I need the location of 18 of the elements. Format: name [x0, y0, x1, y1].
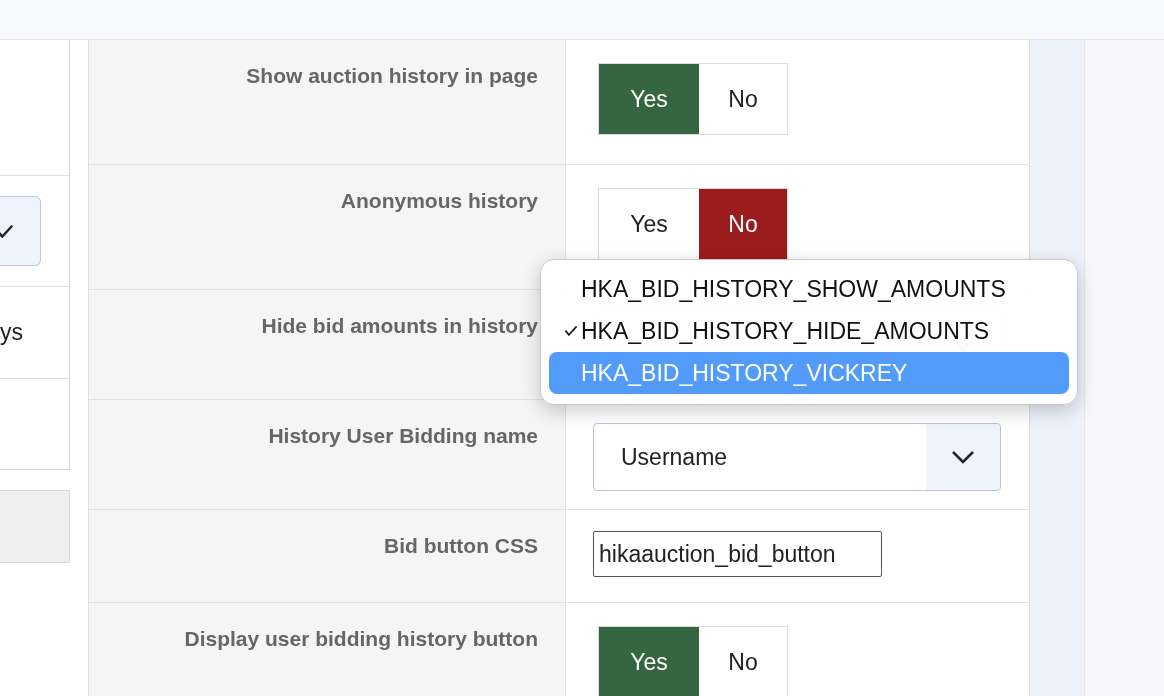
setting-label: Anonymous history	[340, 189, 538, 213]
toggle-option[interactable]: Yes	[599, 627, 699, 696]
input-field[interactable]: hikaauction_bid_button	[593, 531, 882, 577]
check-icon	[564, 325, 578, 337]
toggle-option[interactable]: No	[699, 189, 787, 259]
check-icon	[0, 223, 14, 239]
setting-label: Show auction history in page	[246, 64, 538, 88]
select-field[interactable]: Username	[593, 423, 1001, 491]
field-text: ys	[0, 319, 23, 346]
menu-option[interactable]: HKA_BID_HISTORY_HIDE_AMOUNTS	[549, 310, 1069, 352]
chevron-down-icon	[951, 450, 975, 464]
menu-option[interactable]: HKA_BID_HISTORY_SHOW_AMOUNTS	[549, 268, 1069, 310]
toggle-option[interactable]: Yes	[599, 64, 699, 134]
select-field[interactable]	[0, 196, 41, 266]
setting-label: Bid button CSS	[384, 534, 538, 558]
setting-label: Display user bidding history button	[184, 627, 538, 651]
setting-label: Hide bid amounts in history	[261, 314, 538, 338]
setting-label: History User Bidding name	[268, 424, 538, 448]
